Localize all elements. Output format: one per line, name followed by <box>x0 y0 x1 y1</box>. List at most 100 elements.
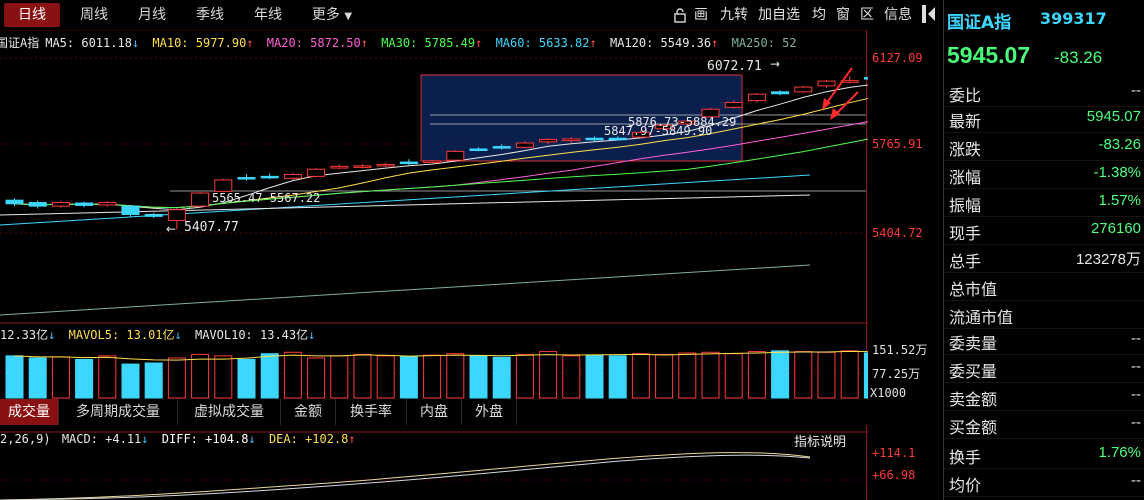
candle[interactable] <box>399 161 418 165</box>
candle[interactable] <box>98 202 117 206</box>
volume-bar[interactable] <box>75 358 94 399</box>
down-arrow-icon: ↓ <box>48 328 56 342</box>
volume-bar[interactable] <box>863 352 868 399</box>
volume-bar[interactable] <box>98 355 117 399</box>
window-button[interactable]: 窗 <box>836 3 850 27</box>
candle[interactable] <box>515 142 534 148</box>
candle[interactable] <box>446 150 465 161</box>
tab-volume[interactable]: 成交量 <box>0 399 59 425</box>
volume-bar[interactable] <box>5 355 24 399</box>
volume-bar[interactable] <box>330 355 349 399</box>
tab-outer-volume[interactable]: 外盘 <box>462 399 517 425</box>
volume-bar[interactable] <box>260 353 279 399</box>
tab-virtual-volume[interactable]: 虚拟成交量 <box>178 399 281 425</box>
range-button[interactable]: 区 <box>860 3 874 27</box>
candle[interactable] <box>469 148 488 151</box>
candle[interactable] <box>144 213 163 217</box>
period-toolbar: 日线 周线 月线 季线 年线 更多 ▼ 画 九转 加自选 均 窗 区 信息 <box>0 0 943 30</box>
volume-bar[interactable] <box>469 355 488 399</box>
tab-multi-period-volume[interactable]: 多周期成交量 <box>59 399 178 425</box>
candle[interactable] <box>191 192 210 207</box>
lock-icon[interactable] <box>672 3 688 27</box>
candle[interactable] <box>214 179 233 192</box>
candle[interactable] <box>260 175 279 179</box>
tab-more[interactable]: 更多 ▼ <box>300 3 364 27</box>
volume-bar[interactable] <box>585 354 604 399</box>
volume-bar[interactable] <box>608 355 627 399</box>
volume-bar[interactable] <box>283 351 302 399</box>
tab-daily[interactable]: 日线 <box>4 3 60 27</box>
volume-bar[interactable] <box>237 358 256 399</box>
volume-bar[interactable] <box>678 352 697 399</box>
volume-bar[interactable] <box>655 353 674 399</box>
candle[interactable] <box>5 199 24 205</box>
candle[interactable] <box>817 80 836 87</box>
down-arrow-icon: ↓ <box>141 432 149 446</box>
nine-turn-button[interactable]: 九转 <box>720 3 748 27</box>
volume-bar[interactable] <box>307 357 326 399</box>
candle[interactable] <box>771 91 790 95</box>
volume-bar[interactable] <box>492 356 511 399</box>
volume-bar[interactable] <box>423 354 442 399</box>
candle[interactable] <box>794 86 813 93</box>
tab-monthly[interactable]: 月线 <box>124 3 180 27</box>
tab-inner-volume[interactable]: 内盘 <box>407 399 462 425</box>
candle[interactable] <box>608 137 627 141</box>
volume-bar[interactable] <box>515 353 534 399</box>
candle[interactable] <box>863 77 868 80</box>
candle[interactable] <box>539 138 558 143</box>
tab-turnover[interactable]: 换手率 <box>336 399 407 425</box>
volume-bar[interactable] <box>191 353 210 399</box>
volume-bar[interactable] <box>539 351 558 399</box>
collapse-panel-icon[interactable] <box>922 5 936 29</box>
candle[interactable] <box>376 163 395 167</box>
quote-label: 换手 <box>949 448 982 467</box>
volume-bar[interactable] <box>399 356 418 399</box>
candle[interactable] <box>237 177 256 180</box>
volume-bar[interactable] <box>144 362 163 399</box>
volume-bar[interactable] <box>353 353 372 399</box>
candle[interactable] <box>75 202 94 206</box>
candle[interactable] <box>283 173 302 179</box>
volume-bar[interactable] <box>747 351 766 399</box>
candle[interactable] <box>724 102 743 108</box>
candle[interactable] <box>51 202 70 207</box>
candle[interactable] <box>585 137 604 141</box>
volume-bar[interactable] <box>51 356 70 399</box>
volume-bar[interactable] <box>631 353 650 399</box>
tab-yearly[interactable]: 年线 <box>240 3 296 27</box>
indicator-help-link[interactable]: 指标说明 <box>794 431 846 450</box>
candle[interactable] <box>492 146 511 149</box>
candle[interactable] <box>423 160 442 163</box>
volume-bar[interactable] <box>724 353 743 399</box>
candle[interactable] <box>307 168 326 177</box>
candle[interactable] <box>167 209 186 221</box>
volume-bar[interactable] <box>214 355 233 399</box>
volume-bar[interactable] <box>446 353 465 399</box>
tab-amount[interactable]: 金额 <box>281 399 336 425</box>
candle[interactable] <box>28 202 47 207</box>
down-arrow-icon: ↓ <box>248 432 256 446</box>
average-button[interactable]: 均 <box>812 3 826 27</box>
volume-bar[interactable] <box>376 355 395 399</box>
volume-bar[interactable] <box>28 357 47 399</box>
candle[interactable] <box>330 165 349 169</box>
volume-bar[interactable] <box>121 363 140 399</box>
volume-bar[interactable] <box>167 357 186 399</box>
candle[interactable] <box>353 165 372 168</box>
volume-bar[interactable] <box>840 350 859 399</box>
kline-chart[interactable] <box>0 30 868 500</box>
volume-bar[interactable] <box>701 351 720 399</box>
tab-weekly[interactable]: 周线 <box>66 3 122 27</box>
tab-quarterly[interactable]: 季线 <box>182 3 238 27</box>
candle[interactable] <box>562 138 581 142</box>
add-watchlist-button[interactable]: 加自选 <box>758 3 800 27</box>
volume-bar[interactable] <box>794 351 813 399</box>
volume-bar[interactable] <box>771 350 790 399</box>
candle[interactable] <box>747 93 766 102</box>
volume-bar[interactable] <box>817 351 836 399</box>
volume-bar[interactable] <box>562 355 581 399</box>
candle[interactable] <box>121 205 140 215</box>
draw-button[interactable]: 画 <box>694 3 708 27</box>
info-button[interactable]: 信息 <box>884 3 912 27</box>
